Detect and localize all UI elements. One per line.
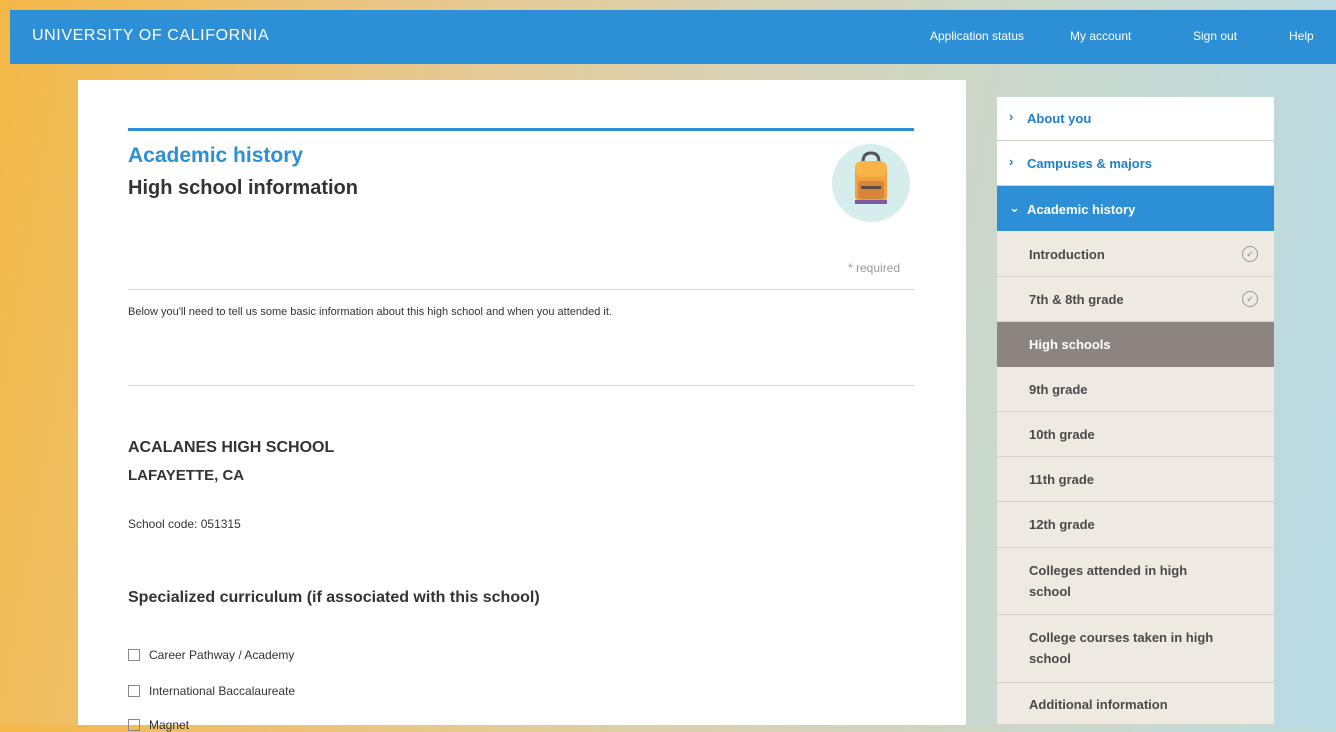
sidebar-item-campuses-majors[interactable]: › Campuses & majors [997, 141, 1274, 186]
sidebar-item-label: Introduction [1029, 247, 1105, 262]
sidebar-item-label: College courses taken in high school [1029, 630, 1214, 666]
sidebar-item-college-courses[interactable]: College courses taken in high school [997, 615, 1274, 683]
sidebar-item-12th-grade[interactable]: 12th grade [997, 502, 1274, 548]
sidebar-item-7th-8th-grade[interactable]: 7th & 8th grade ✓ [997, 277, 1274, 322]
curriculum-heading: Specialized curriculum (if associated wi… [128, 589, 540, 606]
sidebar-navigation: › About you › Campuses & majors ⌄ Academ… [997, 97, 1274, 725]
required-note: * required [848, 261, 901, 275]
sidebar-item-label: Colleges attended in high school [1029, 563, 1188, 599]
chevron-right-icon: › [1009, 154, 1014, 169]
sign-out-link[interactable]: Sign out [1193, 29, 1237, 43]
sidebar-item-label: 12th grade [1029, 517, 1095, 532]
checkbox-label: Career Pathway / Academy [149, 648, 295, 662]
sidebar-item-label: Additional information [1029, 697, 1168, 712]
career-pathway-checkbox[interactable]: Career Pathway / Academy [128, 648, 294, 662]
sidebar-item-9th-grade[interactable]: 9th grade [997, 367, 1274, 412]
sidebar-item-academic-history[interactable]: ⌄ Academic history [997, 186, 1274, 231]
sidebar-item-label: 7th & 8th grade [1029, 292, 1124, 307]
brand-title: UNIVERSITY OF CALIFORNIA [32, 27, 270, 44]
checkbox-label: Magnet [149, 718, 190, 732]
title-divider [128, 128, 914, 131]
chevron-down-icon: ⌄ [1009, 200, 1020, 215]
sidebar-item-label: 9th grade [1029, 382, 1088, 397]
sidebar-item-label: Academic history [1027, 202, 1136, 217]
intro-text: Below you'll need to tell us some basic … [128, 306, 612, 318]
sidebar-item-about-you[interactable]: › About you [997, 97, 1274, 141]
my-account-link[interactable]: My account [1070, 29, 1131, 43]
sidebar-item-label: About you [1027, 111, 1092, 126]
sidebar-item-colleges-attended[interactable]: Colleges attended in high school [997, 548, 1274, 615]
sidebar-item-label: Campuses & majors [1027, 156, 1152, 171]
sidebar-item-label: High schools [1029, 337, 1111, 352]
checkbox-icon[interactable] [128, 685, 140, 697]
section-title: Academic history [128, 144, 304, 167]
main-content-card: Academic history High school information… [78, 80, 966, 732]
sidebar-item-11th-grade[interactable]: 11th grade [997, 457, 1274, 502]
help-link[interactable]: Help [1289, 29, 1314, 43]
sidebar-item-label: 11th grade [1029, 472, 1095, 487]
checkbox-icon[interactable] [128, 719, 140, 731]
sidebar-item-additional-information[interactable]: Additional information [997, 683, 1274, 725]
international-baccalaureate-checkbox[interactable]: International Baccalaureate [128, 684, 295, 698]
backpack-icon [832, 144, 910, 222]
school-location: LAFAYETTE, CA [128, 467, 245, 484]
sidebar-item-10th-grade[interactable]: 10th grade [997, 412, 1274, 457]
top-navigation-bar: UNIVERSITY OF CALIFORNIA Application sta… [10, 10, 1336, 64]
sidebar-item-introduction[interactable]: Introduction ✓ [997, 231, 1274, 277]
page-title: High school information [128, 177, 358, 199]
check-circle-icon: ✓ [1242, 246, 1258, 262]
magnet-checkbox[interactable]: Magnet [128, 718, 189, 732]
checkbox-label: International Baccalaureate [149, 684, 296, 698]
sidebar-item-high-schools[interactable]: High schools [997, 322, 1274, 367]
divider [128, 385, 914, 386]
sidebar-item-label: 10th grade [1029, 427, 1095, 442]
school-name: ACALANES HIGH SCHOOL [128, 439, 335, 456]
chevron-right-icon: › [1009, 109, 1014, 124]
divider [128, 289, 914, 290]
checkbox-icon[interactable] [128, 649, 140, 661]
application-status-link[interactable]: Application status [930, 29, 1024, 43]
check-circle-icon: ✓ [1242, 291, 1258, 307]
school-code: School code: 051315 [128, 517, 241, 531]
